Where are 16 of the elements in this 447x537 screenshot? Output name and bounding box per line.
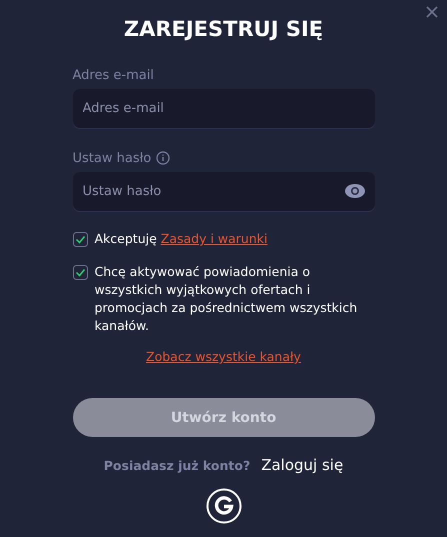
field-label: Adres e-mail (72, 68, 154, 82)
dialog-title: ZAREJESTRUJ SIĘ (124, 16, 324, 41)
eye-icon[interactable] (344, 184, 364, 198)
checkbox[interactable] (72, 265, 88, 280)
checkbox[interactable] (72, 232, 88, 247)
terms-link[interactable]: Zasady i warunki (160, 231, 268, 246)
email-field[interactable]: Adres e-mail (72, 89, 374, 128)
consent-text: Akceptuję Zasady i warunki (94, 230, 268, 248)
channels-link[interactable]: Zobacz wszystkie kanały (146, 349, 301, 364)
field-label: Ustaw hasło (72, 150, 152, 166)
login-prompt: Posiadasz już konto? (104, 458, 250, 473)
login-link[interactable]: Zaloguj się (261, 456, 344, 474)
close-icon[interactable] (426, 6, 438, 18)
password-field[interactable]: Ustaw hasło (72, 172, 374, 211)
consent-text: Chcę aktywować powiadomienia o wszystkich wyjątkowych ofertach i promocjach za pośrednictwem wszystkich kanałów. (94, 263, 358, 335)
info-icon[interactable] (156, 151, 170, 165)
